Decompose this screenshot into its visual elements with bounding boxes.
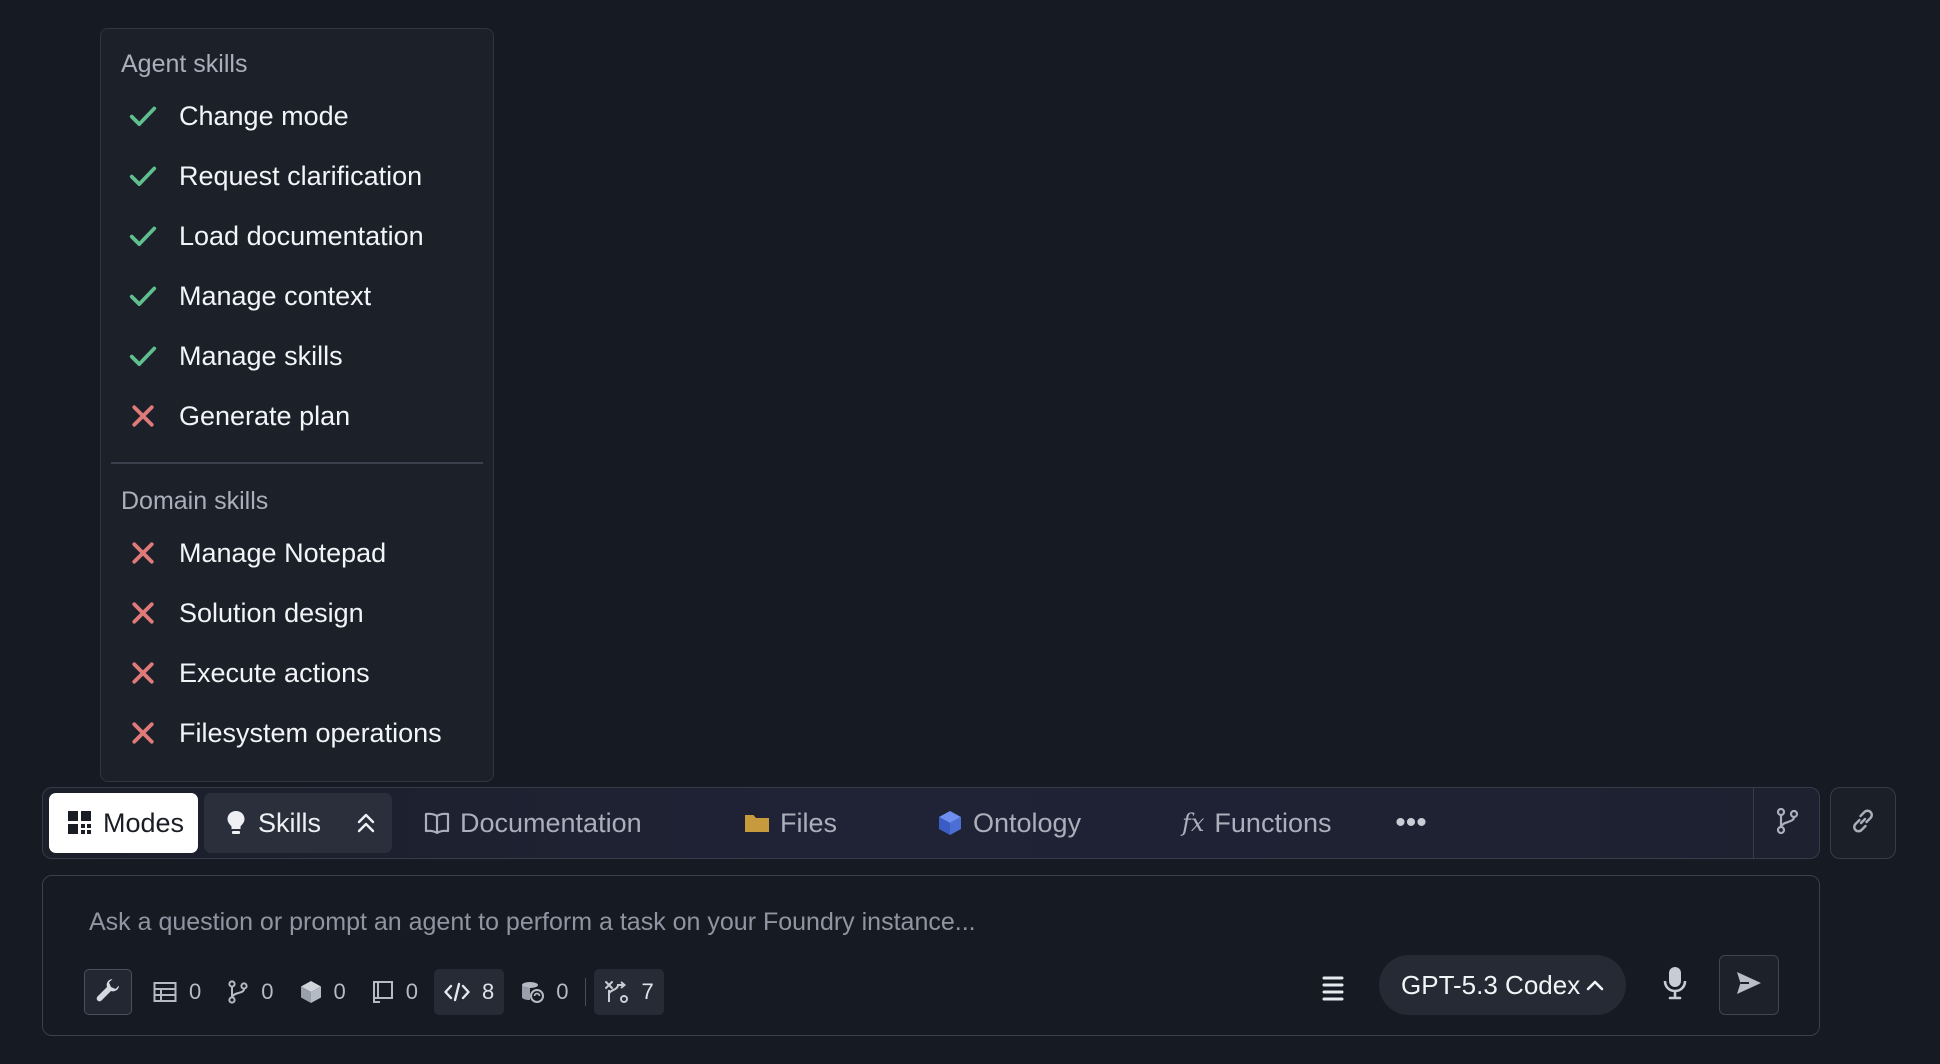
check-icon [125, 218, 161, 254]
tables-counter[interactable]: 0 [143, 969, 211, 1015]
skill-solution-design[interactable]: Solution design [111, 583, 483, 643]
folder-icon [744, 812, 770, 834]
skill-filesystem-operations[interactable]: Filesystem operations [111, 703, 483, 763]
git-branch-icon [1774, 807, 1800, 840]
skill-change-mode[interactable]: Change mode [111, 86, 483, 146]
database-sync-icon [520, 980, 545, 1004]
counter-value: 0 [405, 979, 418, 1004]
cross-icon [125, 535, 161, 571]
counter-value: 7 [641, 979, 654, 1004]
tab-modes[interactable]: Modes [49, 793, 198, 853]
cross-icon [125, 655, 161, 691]
cube-icon [937, 810, 963, 836]
double-chevron-up-icon[interactable] [356, 812, 376, 834]
context-tab-bar: Modes Skills Documentation Files Ontolog… [42, 787, 1820, 859]
skill-generate-plan[interactable]: Generate plan [111, 386, 483, 446]
tab-label: Documentation [460, 807, 642, 838]
skill-label: Manage Notepad [179, 537, 387, 568]
notebooks-counter[interactable]: 0 [362, 969, 428, 1015]
objects-counter[interactable]: 0 [290, 969, 356, 1015]
send-icon [1735, 970, 1763, 1001]
datasets-counter[interactable]: 0 [510, 969, 578, 1015]
wrench-icon [95, 977, 121, 1008]
tab-label: Functions [1214, 807, 1332, 838]
microphone-button[interactable] [1651, 961, 1699, 1009]
domain-skills-list: Manage Notepad Solution design Execute a… [111, 523, 483, 763]
counter-value: 0 [556, 979, 569, 1004]
counter-value: 0 [261, 979, 274, 1004]
context-list-button[interactable] [1313, 969, 1353, 1015]
counter-separator [584, 978, 586, 1006]
counter-value: 0 [333, 979, 346, 1004]
domain-skills-heading: Domain skills [121, 487, 269, 515]
skill-manage-notepad[interactable]: Manage Notepad [111, 523, 483, 583]
notebook-icon [372, 980, 394, 1004]
microphone-icon [1662, 966, 1688, 1005]
grid-icon [67, 810, 93, 836]
tab-label: Files [780, 807, 838, 838]
skill-label: Generate plan [179, 400, 351, 431]
model-label: GPT-5.3 Codex [1401, 969, 1581, 1000]
send-button[interactable] [1719, 955, 1779, 1015]
more-tabs-button[interactable]: ••• [1386, 793, 1436, 853]
check-icon [125, 98, 161, 134]
cube-icon [300, 980, 322, 1004]
app-window: Agent skills Change mode Request clarifi… [0, 0, 1940, 1064]
skill-label: Filesystem operations [179, 717, 442, 748]
tab-label: Skills [258, 807, 322, 838]
tools-button[interactable] [84, 969, 132, 1015]
list-icon [1322, 975, 1344, 1010]
tab-files[interactable]: Files [744, 793, 937, 853]
table-icon [153, 981, 177, 1003]
skill-execute-actions[interactable]: Execute actions [111, 643, 483, 703]
agent-skills-heading: Agent skills [121, 50, 248, 78]
skills-popover: Agent skills Change mode Request clarifi… [100, 28, 494, 782]
code-counter[interactable]: 8 [434, 969, 505, 1015]
prompt-input[interactable] [89, 902, 1589, 942]
skill-label: Solution design [179, 597, 364, 628]
cross-icon [125, 595, 161, 631]
merge-actions-icon [604, 980, 630, 1004]
link-icon [1849, 807, 1877, 840]
skill-label: Request clarification [179, 160, 423, 191]
cross-icon [125, 398, 161, 434]
tab-documentation[interactable]: Documentation [424, 793, 744, 853]
skill-label: Load documentation [179, 220, 424, 251]
prompt-box: 0 0 0 0 8 0 [42, 875, 1820, 1036]
agent-skills-list: Change mode Request clarification Load d… [111, 86, 483, 446]
skill-load-documentation[interactable]: Load documentation [111, 206, 483, 266]
check-icon [125, 158, 161, 194]
book-icon [424, 811, 450, 835]
tab-label: Ontology [973, 807, 1082, 838]
counter-value: 8 [482, 979, 495, 1004]
check-icon [125, 338, 161, 374]
branch-button[interactable] [1753, 788, 1819, 858]
skill-label: Execute actions [179, 657, 370, 688]
chevron-up-icon [1586, 979, 1604, 991]
check-icon [125, 278, 161, 314]
skill-label: Manage context [179, 280, 372, 311]
skill-label: Manage skills [179, 340, 343, 371]
skill-manage-skills[interactable]: Manage skills [111, 326, 483, 386]
lightbulb-icon [224, 809, 248, 837]
tab-functions[interactable]: 𝑓x Functions [1182, 793, 1386, 853]
section-divider [111, 462, 483, 464]
more-icon: ••• [1395, 806, 1427, 839]
tab-ontology[interactable]: Ontology [937, 793, 1182, 853]
counter-value: 0 [189, 979, 202, 1004]
actions-counter[interactable]: 7 [593, 969, 664, 1015]
git-branch-icon [227, 980, 249, 1004]
skill-label: Change mode [179, 100, 349, 131]
skill-request-clarification[interactable]: Request clarification [111, 146, 483, 206]
cross-icon [125, 715, 161, 751]
tab-label: Modes [103, 807, 185, 838]
tab-skills[interactable]: Skills [204, 793, 392, 853]
link-button[interactable] [1830, 787, 1896, 859]
branches-counter[interactable]: 0 [217, 969, 283, 1015]
function-icon: 𝑓x [1182, 809, 1205, 837]
model-selector[interactable]: GPT-5.3 Codex [1379, 955, 1626, 1015]
skill-manage-context[interactable]: Manage context [111, 266, 483, 326]
code-icon [444, 982, 470, 1002]
context-counters: 0 0 0 0 8 0 7 [143, 969, 670, 1015]
